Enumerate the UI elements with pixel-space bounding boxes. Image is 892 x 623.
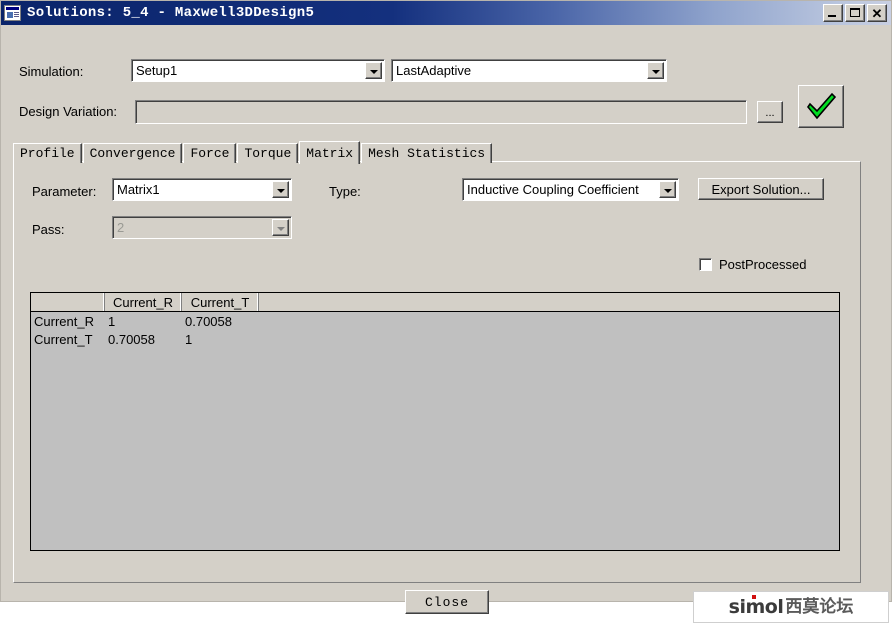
close-window-button[interactable]: ✕: [867, 4, 887, 22]
tab-matrix[interactable]: Matrix: [299, 141, 361, 164]
close-icon: ✕: [871, 5, 883, 21]
design-variation-input[interactable]: [135, 100, 747, 124]
table-col-header-corner[interactable]: [31, 293, 105, 311]
chevron-down-icon[interactable]: [647, 62, 664, 79]
window-dialog-icon: [4, 5, 21, 21]
chevron-down-icon[interactable]: [659, 181, 676, 198]
table-cell: 0.70058: [185, 313, 232, 329]
watermark-latin-text: simol: [728, 594, 784, 618]
tab-force-label: Force: [190, 146, 230, 161]
parameter-label: Parameter:: [32, 184, 97, 199]
export-solution-button[interactable]: Export Solution...: [698, 178, 824, 200]
simulation-setup-value: Setup1: [136, 63, 178, 78]
table-cell: 1: [108, 313, 116, 329]
solutions-dialog: Solutions: 5_4 - Maxwell3DDesign5 ✕ Simu…: [0, 0, 892, 623]
table-row[interactable]: Current_T 0.70058 1: [31, 330, 839, 348]
table-col-header-filler[interactable]: [259, 293, 839, 311]
type-value: Inductive Coupling Coefficient: [467, 182, 639, 197]
design-variation-label: Design Variation:: [19, 104, 118, 119]
browse-design-variation-button[interactable]: ...: [757, 101, 783, 123]
watermark-latin-label: simol: [728, 595, 784, 618]
table-row-header: Current_T: [34, 331, 93, 347]
matrix-results-table[interactable]: Current_R Current_T Current_R 1 0.70058 …: [30, 292, 840, 551]
adaptive-pass-value: LastAdaptive: [396, 63, 472, 78]
tab-convergence[interactable]: Convergence: [82, 143, 183, 163]
postprocessed-label: PostProcessed: [719, 257, 807, 272]
table-header-row: Current_R Current_T: [31, 293, 839, 312]
chevron-down-icon[interactable]: [272, 181, 289, 198]
forum-watermark: simol 西莫论坛: [693, 591, 889, 623]
title-bar: Solutions: 5_4 - Maxwell3DDesign5 ✕: [1, 1, 891, 25]
tab-mesh-statistics[interactable]: Mesh Statistics: [361, 143, 493, 163]
postprocessed-checkbox-row[interactable]: PostProcessed: [699, 257, 806, 272]
adaptive-pass-combo[interactable]: LastAdaptive: [391, 59, 667, 82]
pass-label: Pass:: [32, 222, 65, 237]
dialog-body: Simulation: Setup1 LastAdaptive Design V…: [1, 25, 891, 623]
watermark-dot-icon: [751, 594, 756, 599]
pass-combo[interactable]: 2: [112, 216, 292, 239]
tab-strip: Profile Convergence Force Torque Matrix …: [13, 141, 861, 164]
tab-mesh-statistics-label: Mesh Statistics: [368, 146, 486, 161]
type-combo[interactable]: Inductive Coupling Coefficient: [462, 178, 679, 201]
chevron-down-icon[interactable]: [365, 62, 382, 79]
table-row-header: Current_R: [34, 313, 94, 329]
type-label: Type:: [329, 184, 361, 199]
design-variation-value: [136, 101, 746, 104]
parameter-combo[interactable]: Matrix1: [112, 178, 292, 201]
apply-checkmark-button[interactable]: [798, 85, 844, 128]
table-cell: 0.70058: [108, 331, 155, 347]
tab-matrix-label: Matrix: [306, 145, 354, 161]
table-col-header-current-r[interactable]: Current_R: [105, 293, 182, 311]
postprocessed-checkbox[interactable]: [699, 258, 712, 271]
minimize-button[interactable]: [823, 4, 843, 22]
maximize-button[interactable]: [845, 4, 865, 22]
watermark-cjk-label: 西莫论坛: [785, 596, 854, 617]
simulation-setup-combo[interactable]: Setup1: [131, 59, 385, 82]
window-controls: ✕: [823, 4, 887, 22]
parameter-value: Matrix1: [117, 182, 160, 197]
window-title: Solutions: 5_4 - Maxwell3DDesign5: [27, 5, 315, 21]
tab-force[interactable]: Force: [183, 143, 237, 163]
green-check-icon: [807, 92, 837, 119]
pass-value: 2: [117, 220, 125, 235]
tab-torque-label: Torque: [244, 146, 292, 161]
close-button[interactable]: Close: [405, 590, 489, 614]
tab-profile[interactable]: Profile: [13, 143, 82, 163]
table-row[interactable]: Current_R 1 0.70058: [31, 312, 839, 330]
chevron-down-icon[interactable]: [272, 219, 289, 236]
table-cell: 1: [185, 331, 193, 347]
tab-convergence-label: Convergence: [89, 146, 176, 161]
tab-profile-label: Profile: [20, 146, 75, 161]
tab-torque[interactable]: Torque: [237, 143, 299, 163]
table-col-header-current-t[interactable]: Current_T: [182, 293, 259, 311]
simulation-label: Simulation:: [19, 64, 84, 79]
